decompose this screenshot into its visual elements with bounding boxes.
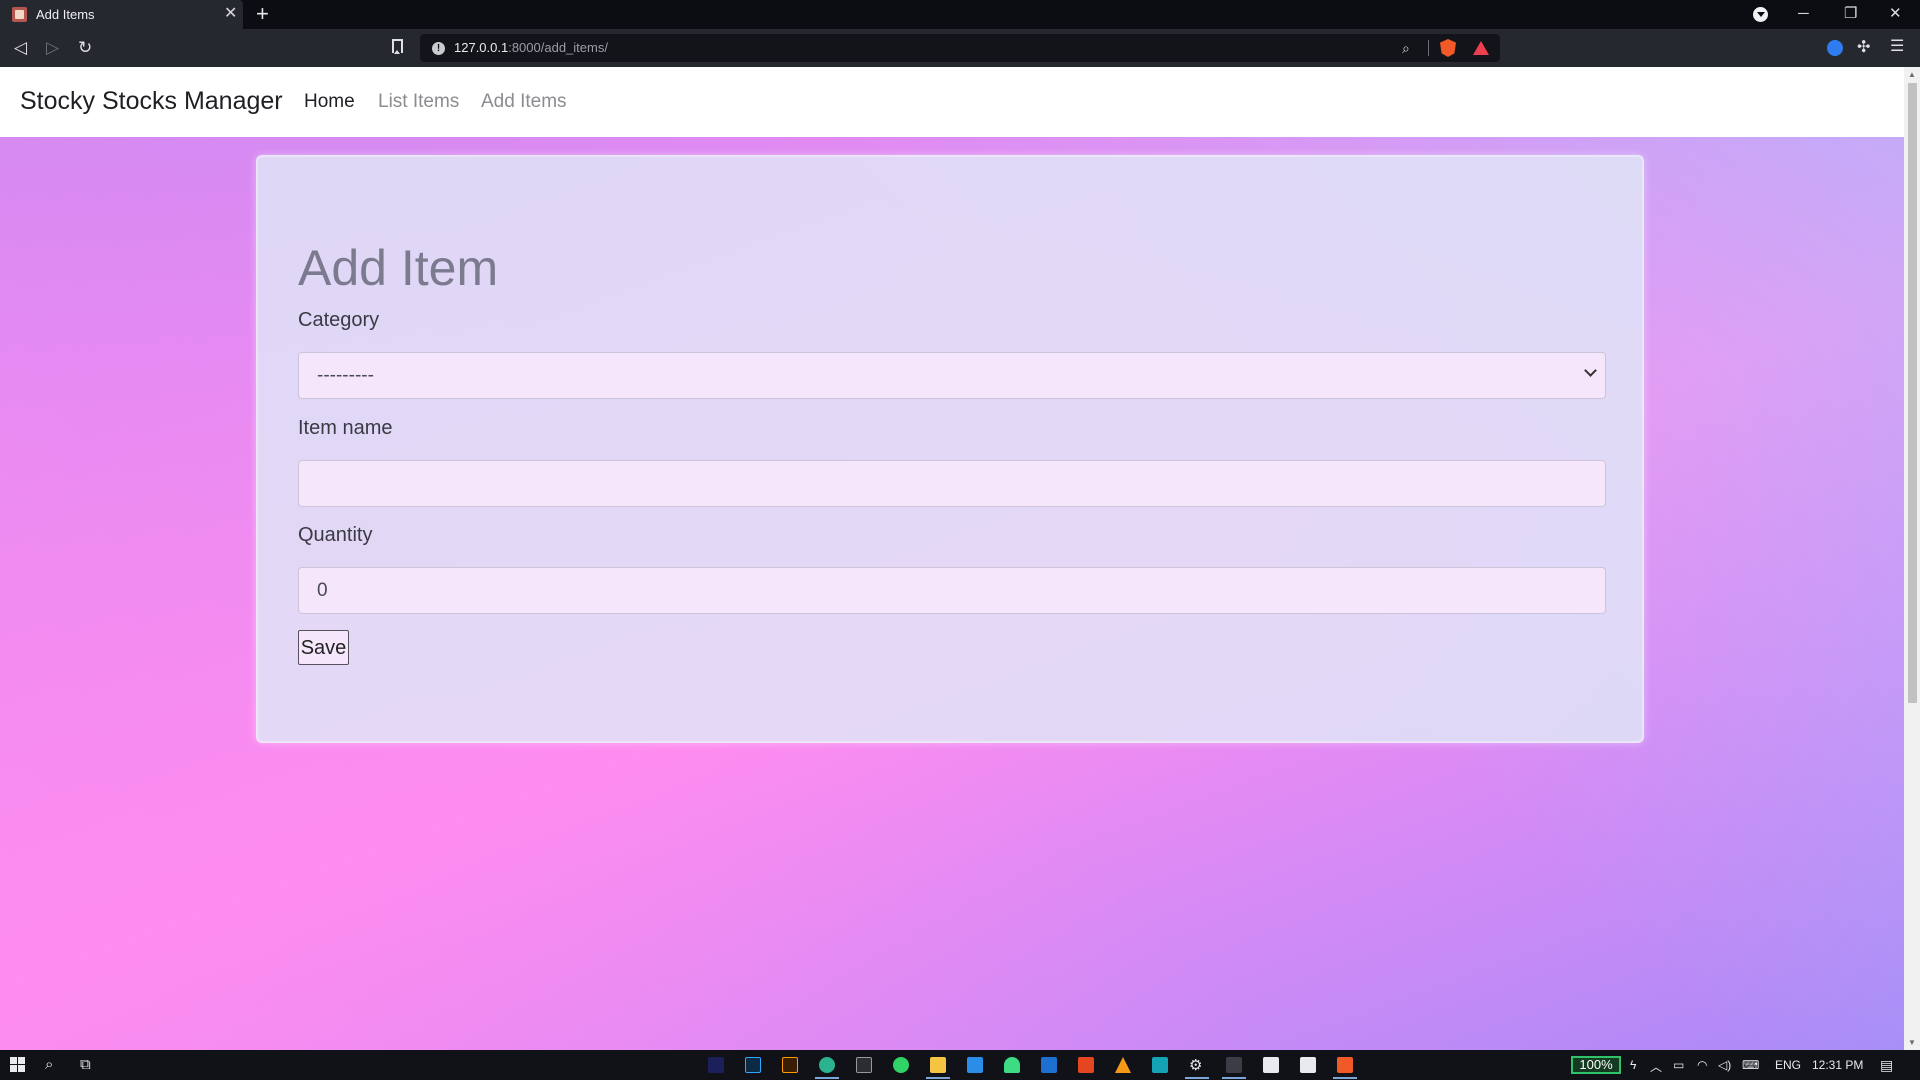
page-title: Add Item: [298, 240, 499, 296]
chevron-down-icon: [1584, 364, 1597, 377]
extensions-puzzle-icon[interactable]: ✣: [1857, 37, 1870, 57]
tab-close-icon[interactable]: ✕: [224, 4, 237, 24]
page-viewport: Stocky Stocks Manager Home List Items Ad…: [0, 67, 1904, 1050]
running-app-indicator: [926, 1077, 950, 1079]
clock[interactable]: 12:31 PM: [1812, 1058, 1863, 1072]
store-icon[interactable]: [1300, 1057, 1316, 1073]
nav-link-add-items[interactable]: Add Items: [481, 91, 567, 113]
category-label: Category: [298, 309, 380, 331]
file-explorer-icon[interactable]: [930, 1057, 946, 1073]
back-icon[interactable]: ◁: [14, 38, 27, 58]
nav-link-home[interactable]: Home: [304, 91, 355, 113]
chevron-up-icon[interactable]: ︿: [1650, 1058, 1662, 1075]
wifi-icon[interactable]: ◠: [1697, 1058, 1707, 1072]
category-select[interactable]: ---------: [298, 352, 1606, 399]
reload-icon[interactable]: ↻: [78, 38, 92, 58]
premiere-icon[interactable]: [708, 1057, 724, 1073]
bookmark-icon[interactable]: [392, 39, 403, 54]
address-bar[interactable]: ! 127.0.0.1:8000/add_items/ ⌕: [420, 34, 1500, 62]
quantity-label: Quantity: [298, 524, 373, 546]
site-navbar: Stocky Stocks Manager Home List Items Ad…: [0, 67, 1904, 137]
site-brand[interactable]: Stocky Stocks Manager: [20, 87, 283, 116]
windows-taskbar: ⌕ ⧉ ⚙ 100% ϟ ︿ ▭ ◠ ◁) ⌨ ENG 12:31 PM ▤: [0, 1050, 1920, 1080]
blue-app-icon[interactable]: [1041, 1057, 1057, 1073]
battery-percentage[interactable]: 100%: [1571, 1056, 1621, 1074]
notification-icon[interactable]: ▤: [1880, 1057, 1893, 1074]
running-app-indicator: [1222, 1077, 1246, 1079]
brave-shields-icon[interactable]: [1440, 39, 1456, 57]
url-path: :8000/add_items/: [508, 40, 608, 55]
brave-icon[interactable]: [1337, 1057, 1353, 1073]
browser-menu-icon[interactable]: ☰: [1890, 36, 1904, 56]
search-icon[interactable]: ⌕: [45, 1056, 53, 1073]
page-scrollbar[interactable]: ▲ ▼: [1904, 67, 1920, 1050]
whatsapp-icon[interactable]: [893, 1057, 909, 1073]
browser-tab[interactable]: Add Items ✕: [0, 0, 243, 29]
save-button[interactable]: Save: [298, 630, 349, 665]
illustrator-icon[interactable]: [782, 1057, 798, 1073]
quantity-input[interactable]: 0: [298, 567, 1606, 614]
app-icon[interactable]: [1226, 1057, 1242, 1073]
task-view-icon[interactable]: ⧉: [80, 1056, 91, 1073]
minimize-icon[interactable]: ─: [1798, 4, 1809, 24]
favicon-icon: [12, 7, 27, 22]
scroll-down-icon[interactable]: ▼: [1908, 1038, 1916, 1047]
terminal-icon[interactable]: [856, 1057, 872, 1073]
site-info-icon[interactable]: !: [432, 42, 445, 55]
forward-icon[interactable]: ▷: [46, 38, 59, 58]
brave-rewards-icon[interactable]: [1473, 41, 1489, 55]
category-selected-value: ---------: [317, 365, 374, 386]
active-app-indicator: [815, 1077, 839, 1079]
browser-toolbar: ◁ ▷ ↻ ! 127.0.0.1:8000/add_items/ ⌕ ✣ ☰: [0, 29, 1920, 67]
add-item-card: Add Item Category --------- Item name Qu…: [256, 155, 1644, 743]
settings-icon[interactable]: ⚙: [1189, 1056, 1202, 1074]
url-host: 127.0.0.1: [454, 40, 509, 55]
url-text[interactable]: 127.0.0.1:8000/add_items/: [454, 40, 608, 55]
running-app-indicator: [1333, 1077, 1357, 1079]
vscode-icon[interactable]: [967, 1057, 983, 1073]
url-separator: [1428, 40, 1429, 56]
language-indicator[interactable]: ENG: [1775, 1058, 1801, 1072]
battery-icon[interactable]: ▭: [1673, 1058, 1684, 1072]
vlc-icon[interactable]: [1115, 1057, 1131, 1073]
close-window-icon[interactable]: ✕: [1889, 4, 1902, 24]
restore-icon[interactable]: ❐: [1844, 4, 1857, 24]
item-name-label: Item name: [298, 417, 393, 439]
new-tab-icon[interactable]: +: [256, 2, 269, 26]
item-name-input[interactable]: [298, 460, 1606, 507]
android-studio-icon[interactable]: [1004, 1057, 1020, 1073]
extension-icon[interactable]: [1827, 40, 1843, 56]
photoshop-icon[interactable]: [745, 1057, 761, 1073]
scroll-thumb[interactable]: [1908, 83, 1917, 703]
green-app-icon[interactable]: [1152, 1057, 1168, 1073]
windows-start-icon[interactable]: [10, 1057, 26, 1073]
charging-icon: ϟ: [1630, 1058, 1637, 1072]
running-app-indicator: [1185, 1077, 1209, 1079]
quantity-value: 0: [317, 580, 328, 601]
profile-icon[interactable]: [1753, 7, 1768, 22]
browser-tabbar: Add Items ✕ + ─ ❐ ✕: [0, 0, 1920, 29]
zoom-icon[interactable]: ⌕: [1402, 40, 1410, 57]
nav-link-list-items[interactable]: List Items: [378, 91, 459, 113]
edge-icon[interactable]: [819, 1057, 835, 1073]
scroll-up-icon[interactable]: ▲: [1908, 70, 1916, 79]
keyboard-icon[interactable]: ⌨: [1742, 1058, 1759, 1072]
office-icon[interactable]: [1078, 1057, 1094, 1073]
volume-icon[interactable]: ◁): [1718, 1058, 1731, 1072]
media-icon[interactable]: [1263, 1057, 1279, 1073]
tab-title: Add Items: [36, 7, 95, 22]
